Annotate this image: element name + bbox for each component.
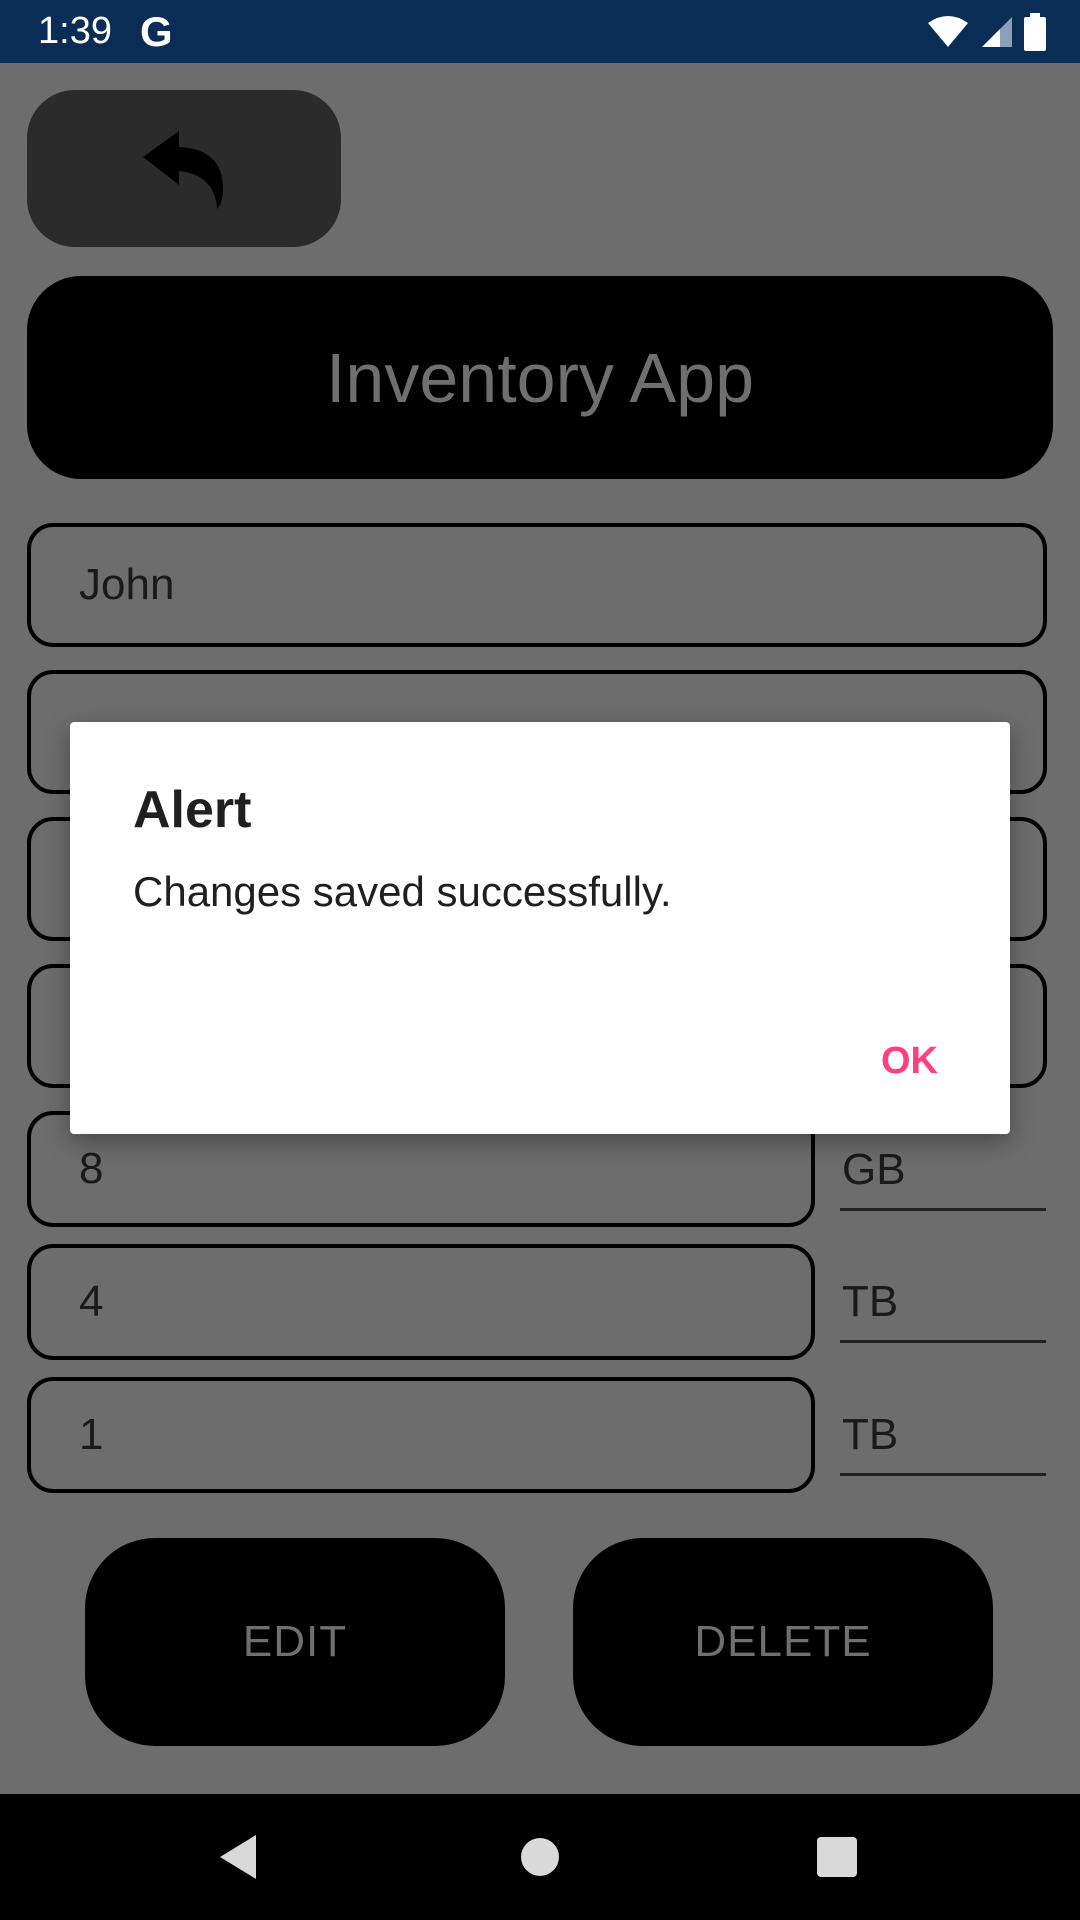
delete-button[interactable]: DELETE xyxy=(573,1538,993,1746)
status-bar: 1:39 G xyxy=(0,0,1080,63)
status-icons xyxy=(926,12,1046,52)
status-time: 1:39 xyxy=(38,10,112,52)
navigation-bar xyxy=(0,1794,1080,1920)
first-name-field[interactable]: John xyxy=(27,523,1047,647)
nav-home-button[interactable] xyxy=(505,1822,575,1892)
alert-dialog: Alert Changes saved successfully. OK xyxy=(70,722,1010,1134)
wifi-icon xyxy=(928,16,968,47)
cellular-signal-icon xyxy=(982,17,1012,47)
undo-arrow-icon xyxy=(143,130,223,209)
unit-select-3[interactable]: TB xyxy=(840,1396,1046,1476)
unit-select-1[interactable]: GB xyxy=(840,1131,1046,1211)
battery-icon xyxy=(1024,13,1046,51)
home-circle-icon xyxy=(521,1838,559,1876)
dialog-title: Alert xyxy=(133,781,252,839)
back-triangle-icon xyxy=(220,1835,256,1879)
unit-select-2[interactable]: TB xyxy=(840,1263,1046,1343)
nav-back-button[interactable] xyxy=(203,1822,273,1892)
nav-recents-button[interactable] xyxy=(802,1822,872,1892)
recents-square-icon xyxy=(817,1837,857,1877)
app-header: Inventory App xyxy=(27,276,1053,479)
capacity-field-3[interactable]: 1 xyxy=(27,1377,815,1493)
capacity-field-2[interactable]: 4 xyxy=(27,1244,815,1360)
back-button[interactable] xyxy=(27,90,341,247)
dialog-message: Changes saved successfully. xyxy=(133,868,672,915)
edit-button[interactable]: EDIT xyxy=(85,1538,505,1746)
page-title: Inventory App xyxy=(325,338,755,417)
ok-button[interactable]: OK xyxy=(881,1040,938,1083)
google-icon: G xyxy=(140,8,173,55)
